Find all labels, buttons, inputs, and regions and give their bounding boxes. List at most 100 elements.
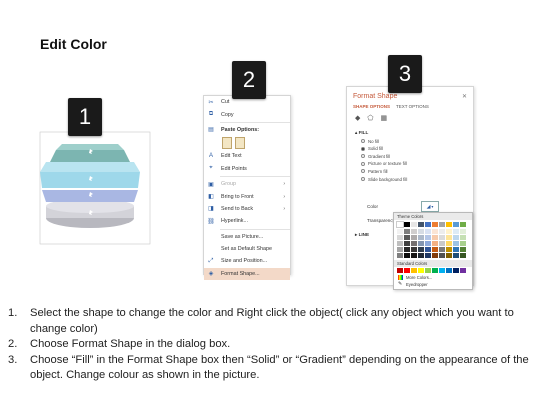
theme-shade-swatch[interactable] [425, 235, 431, 240]
standard-color-swatch[interactable] [397, 268, 403, 273]
theme-shade-swatch[interactable] [411, 253, 417, 258]
radio-selected-icon[interactable] [361, 146, 365, 151]
standard-color-swatch[interactable] [446, 268, 452, 273]
paste-option-icon[interactable] [235, 137, 245, 150]
theme-shade-swatch[interactable] [432, 253, 438, 258]
theme-shade-swatch[interactable] [418, 235, 424, 240]
menu-item-group[interactable]: ▣ Group › [204, 178, 290, 190]
theme-shade-swatch[interactable] [432, 235, 438, 240]
fill-option-gradient-fill[interactable]: Gradient fill [361, 154, 473, 159]
theme-shade-swatch[interactable] [418, 253, 424, 258]
more-colors-link[interactable]: More Colors... [398, 275, 472, 280]
theme-shade-swatch[interactable] [432, 241, 438, 246]
theme-shade-swatch[interactable] [404, 229, 410, 234]
theme-color-swatch[interactable] [425, 222, 431, 227]
paste-option-icon[interactable] [222, 137, 232, 150]
theme-shade-swatch[interactable] [460, 253, 466, 258]
theme-color-swatch[interactable] [460, 222, 466, 227]
theme-shade-swatch[interactable] [432, 247, 438, 252]
fill-option-no-fill[interactable]: No fill [361, 139, 473, 144]
theme-shade-swatch[interactable] [397, 247, 403, 252]
standard-color-swatch[interactable] [418, 268, 424, 273]
theme-shade-swatch[interactable] [404, 247, 410, 252]
menu-item-hyperlink[interactable]: ⛓ Hyperlink... [204, 215, 290, 227]
theme-shade-swatch[interactable] [453, 241, 459, 246]
theme-shade-swatch[interactable] [418, 247, 424, 252]
theme-shade-swatch[interactable] [446, 241, 452, 246]
theme-color-swatch[interactable] [418, 222, 424, 227]
theme-shade-swatch[interactable] [411, 229, 417, 234]
theme-shade-swatch[interactable] [404, 241, 410, 246]
theme-shade-swatch[interactable] [460, 241, 466, 246]
theme-shade-swatch[interactable] [439, 229, 445, 234]
theme-shade-swatch[interactable] [397, 229, 403, 234]
effects-icon[interactable]: ⬠ [367, 114, 373, 122]
theme-color-swatch[interactable] [404, 222, 410, 227]
theme-shade-swatch[interactable] [446, 235, 452, 240]
fill-option-picture-or-texture-fill[interactable]: Picture or texture fill [361, 161, 473, 166]
fill-option-solid-fill[interactable]: Solid fill [361, 146, 473, 151]
theme-shade-swatch[interactable] [397, 241, 403, 246]
theme-shade-swatch[interactable] [439, 241, 445, 246]
radio-icon[interactable] [361, 139, 365, 144]
menu-item-size-and-position[interactable]: ⤢ Size and Position... [204, 255, 290, 267]
shape-stack-illustration[interactable] [34, 130, 156, 248]
eyedropper-link[interactable]: ✎ Eyedropper [398, 282, 472, 288]
standard-color-swatch[interactable] [411, 268, 417, 273]
standard-color-swatch[interactable] [453, 268, 459, 273]
theme-shade-swatch[interactable] [460, 229, 466, 234]
theme-shade-swatch[interactable] [425, 253, 431, 258]
theme-shade-swatch[interactable] [439, 247, 445, 252]
menu-item-save-as-picture[interactable]: Save as Picture... [204, 231, 290, 243]
theme-color-swatch[interactable] [453, 222, 459, 227]
menu-item-set-as-default-shape[interactable]: Set as Default Shape [204, 243, 290, 255]
size-properties-icon[interactable]: ▦ [380, 114, 387, 122]
fill-option-pattern-fill[interactable]: Pattern fill [361, 169, 473, 174]
theme-shade-swatch[interactable] [411, 241, 417, 246]
theme-shade-swatch[interactable] [404, 253, 410, 258]
tab-shape-options[interactable]: SHAPE OPTIONS [353, 104, 390, 109]
theme-shade-swatch[interactable] [425, 247, 431, 252]
theme-color-swatch[interactable] [432, 222, 438, 227]
theme-shade-swatch[interactable] [418, 241, 424, 246]
theme-shade-swatch[interactable] [446, 247, 452, 252]
theme-shade-swatch[interactable] [453, 229, 459, 234]
theme-shade-swatch[interactable] [432, 229, 438, 234]
menu-item-copy[interactable]: ⧉ Copy [204, 108, 290, 120]
radio-icon[interactable] [361, 154, 365, 159]
menu-item-edit-text[interactable]: A Edit Text [204, 150, 290, 162]
menu-item-send-to-back[interactable]: ◨ Send to Back › [204, 203, 290, 215]
standard-color-swatch[interactable] [425, 268, 431, 273]
theme-shade-swatch[interactable] [439, 253, 445, 258]
theme-shade-swatch[interactable] [411, 235, 417, 240]
theme-color-swatch[interactable] [411, 222, 417, 227]
theme-color-swatch[interactable] [396, 221, 404, 228]
theme-shade-swatch[interactable] [425, 241, 431, 246]
theme-shade-swatch[interactable] [453, 247, 459, 252]
standard-color-swatch[interactable] [404, 268, 410, 273]
fill-section-header[interactable]: ▴ FILL [355, 130, 473, 136]
theme-shade-swatch[interactable] [453, 235, 459, 240]
theme-color-swatch[interactable] [446, 222, 452, 227]
radio-icon[interactable] [361, 177, 365, 182]
theme-shade-swatch[interactable] [460, 247, 466, 252]
theme-shade-swatch[interactable] [439, 235, 445, 240]
close-icon[interactable]: ✕ [462, 93, 467, 100]
fill-line-icon[interactable]: ◆ [355, 114, 360, 122]
menu-item-edit-points[interactable]: ⌖ Edit Points [204, 163, 290, 175]
line-section-header[interactable]: ▸ LINE [355, 232, 369, 238]
theme-shade-swatch[interactable] [460, 235, 466, 240]
theme-shade-swatch[interactable] [453, 253, 459, 258]
theme-shade-swatch[interactable] [418, 229, 424, 234]
theme-shade-swatch[interactable] [397, 253, 403, 258]
standard-color-swatch[interactable] [460, 268, 466, 273]
standard-color-swatch[interactable] [439, 268, 445, 273]
tab-text-options[interactable]: TEXT OPTIONS [396, 104, 429, 109]
theme-shade-swatch[interactable] [446, 253, 452, 258]
color-picker-button[interactable]: ◢ ▾ [421, 201, 439, 212]
radio-icon[interactable] [361, 169, 365, 174]
theme-shade-swatch[interactable] [425, 229, 431, 234]
theme-color-swatch[interactable] [439, 222, 445, 227]
theme-shade-swatch[interactable] [411, 247, 417, 252]
fill-option-slide-background-fill[interactable]: Slide background fill [361, 177, 473, 182]
